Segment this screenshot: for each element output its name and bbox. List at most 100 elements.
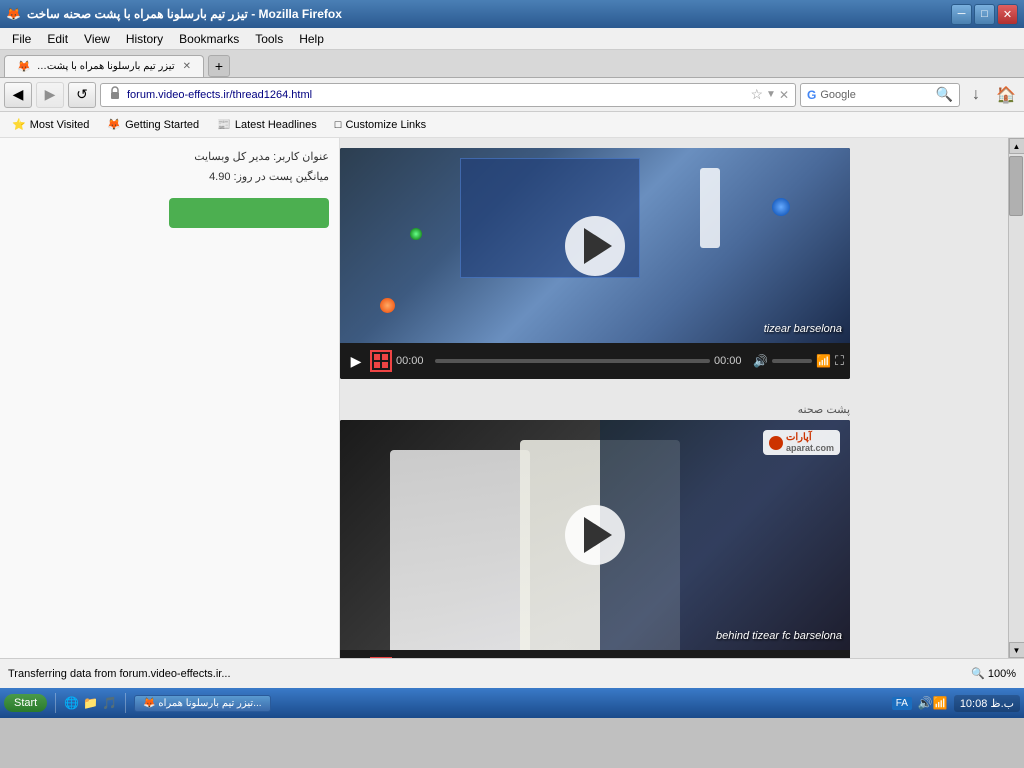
taskbar-window-title: تیزر تیم بارسلونا همراه... — [158, 698, 261, 709]
titlebar-buttons: ─ □ ✕ — [951, 4, 1018, 25]
person-left — [390, 450, 530, 650]
status-text: Transferring data from forum.video-effec… — [8, 668, 231, 680]
user-role-value: مدیر کل وبسایت — [194, 151, 270, 163]
video-controls-1: ▶ 00:00 00:00 🔊 📶 ⛶ — [340, 343, 850, 379]
bookmark-customize-links[interactable]: □ Customize Links — [329, 117, 432, 133]
bookmark-latest-headlines[interactable]: 📰 Latest Headlines — [211, 116, 323, 133]
reload-button[interactable]: ↺ — [68, 82, 96, 108]
ql-folder-icon[interactable]: 📁 — [83, 696, 98, 710]
search-placeholder: Google — [820, 89, 931, 101]
back-button[interactable]: ◀ — [4, 82, 32, 108]
titlebar: 🦊 تیزر تیم بارسلونا همراه با پشت صحنه سا… — [0, 0, 1024, 28]
home-button[interactable]: 🏠 — [992, 82, 1020, 108]
address-bar[interactable]: forum.video-effects.ir/thread1264.html ☆… — [100, 83, 796, 107]
bookmark-most-visited[interactable]: ⭐ Most Visited — [6, 116, 95, 133]
video-thumbnail-2: آپارات aparat.com behind tizear fc barse… — [340, 420, 850, 650]
menubar: File Edit View History Bookmarks Tools H… — [0, 28, 1024, 50]
ql-media-icon[interactable]: 🎵 — [102, 696, 117, 710]
most-visited-icon: ⭐ — [12, 118, 26, 131]
play-arrow-icon — [584, 228, 612, 264]
search-engine-icon: G — [807, 88, 816, 102]
maximize-button[interactable]: □ — [974, 4, 995, 25]
address-dropdown-icon[interactable]: ▼ — [766, 89, 776, 100]
search-box[interactable]: G Google 🔍 — [800, 83, 960, 107]
lang-indicator: FA — [892, 697, 912, 710]
menu-file[interactable]: File — [4, 30, 39, 48]
security-icon — [107, 85, 123, 104]
volume-bar-1[interactable] — [772, 359, 812, 363]
video-watermark-1: tizear barselona — [764, 323, 842, 335]
forward-button[interactable]: ▶ — [36, 82, 64, 108]
search-icon[interactable]: 🔍 — [936, 86, 953, 103]
navbar: ◀ ▶ ↺ forum.video-effects.ir/thread1264.… — [0, 78, 1024, 112]
menu-bookmarks[interactable]: Bookmarks — [171, 30, 247, 48]
aparat-text: آپارات aparat.com — [786, 432, 834, 453]
posts-label: میانگین پست در روز: — [234, 171, 329, 183]
minimize-button[interactable]: ─ — [951, 4, 972, 25]
play-ctrl-button-1[interactable]: ▶ — [346, 353, 366, 370]
sphere-blue — [772, 198, 790, 216]
play-button-2[interactable] — [565, 505, 625, 565]
taskbar-left: Start 🌐 📁 🎵 🦊 تیزر تیم بارسلونا همراه... — [4, 693, 271, 713]
grid-icon-2[interactable] — [370, 657, 392, 658]
play-button-1[interactable] — [565, 216, 625, 276]
menu-view[interactable]: View — [76, 30, 118, 48]
customize-links-label: Customize Links — [345, 119, 426, 131]
browser-tab[interactable]: 🦊 تیزر تیم بارسلونا همراه با پشت صحنه سا… — [4, 55, 204, 77]
aparat-name: آپارات — [786, 432, 834, 443]
latest-headlines-icon: 📰 — [217, 118, 231, 131]
grid-cell — [382, 362, 388, 368]
video-controls-2: ▶ 00:00 00:00 🔊 📶 ⛶ — [340, 650, 850, 658]
menu-help[interactable]: Help — [291, 30, 332, 48]
aparat-icon — [769, 436, 783, 450]
url-text: forum.video-effects.ir/thread1264.html — [127, 89, 750, 101]
aparat-url: aparat.com — [786, 443, 834, 453]
close-button[interactable]: ✕ — [997, 4, 1018, 25]
sidebar: عنوان کاربر: مدیر کل وبسایت میانگین پست … — [0, 138, 340, 658]
video-thumbnail-1: tizear barselona — [340, 148, 850, 343]
play-arrow-icon-2 — [584, 517, 612, 553]
download-button[interactable]: ↓ — [964, 82, 988, 108]
aparat-logo: آپارات aparat.com — [763, 430, 840, 455]
statusbar: Transferring data from forum.video-effec… — [0, 658, 1024, 688]
zoom-level: 🔍 100% — [971, 667, 1016, 680]
taskbar: Start 🌐 📁 🎵 🦊 تیزر تیم بارسلونا همراه...… — [0, 688, 1024, 718]
titlebar-title: تیزر تیم بارسلونا همراه با پشت صحنه ساخت… — [27, 7, 342, 21]
titlebar-left: 🦊 تیزر تیم بارسلونا همراه با پشت صحنه سا… — [6, 7, 342, 21]
ql-ie-icon[interactable]: 🌐 — [64, 696, 79, 710]
figure-white — [700, 168, 720, 248]
scrollbar-thumb[interactable] — [1009, 156, 1023, 216]
latest-headlines-label: Latest Headlines — [235, 119, 317, 131]
post-label: پشت صحنه — [340, 399, 850, 420]
video-container-1: tizear barselona ▶ 00:00 00:00 — [340, 148, 850, 379]
menu-tools[interactable]: Tools — [247, 30, 291, 48]
grid-icon-1[interactable] — [370, 350, 392, 372]
system-tray-icons: 🔊📶 — [918, 696, 948, 710]
signal-icon-1: 📶 — [816, 354, 831, 368]
action-button[interactable] — [169, 198, 329, 228]
bookmarks-bar: ⭐ Most Visited 🦊 Getting Started 📰 Lates… — [0, 112, 1024, 138]
bookmark-star-icon[interactable]: ☆ — [750, 86, 763, 103]
scrollbar-up-button[interactable]: ▲ — [1009, 138, 1024, 154]
grid-cell — [382, 354, 388, 360]
tab-close-button[interactable]: ✕ — [183, 61, 191, 72]
bookmark-getting-started[interactable]: 🦊 Getting Started — [101, 116, 205, 133]
scrollbar-down-button[interactable]: ▼ — [1009, 642, 1024, 658]
taskbar-window[interactable]: 🦊 تیزر تیم بارسلونا همراه... — [134, 695, 270, 712]
scrollbar-track: ▲ ▼ — [1008, 138, 1024, 658]
sphere-green — [410, 228, 422, 240]
getting-started-icon: 🦊 — [107, 118, 121, 131]
video-container-2: آپارات aparat.com behind tizear fc barse… — [340, 420, 850, 658]
grid-cell — [374, 362, 380, 368]
start-button[interactable]: Start — [4, 694, 47, 712]
close-address-icon[interactable]: ✕ — [779, 88, 789, 102]
progress-bar-1[interactable] — [435, 359, 710, 363]
new-tab-button[interactable]: + — [208, 55, 230, 77]
menu-edit[interactable]: Edit — [39, 30, 76, 48]
fullscreen-button-1[interactable]: ⛶ — [835, 353, 844, 369]
volume-icon-1[interactable]: 🔊 — [753, 354, 768, 368]
menu-history[interactable]: History — [118, 30, 171, 48]
zoom-value: 100% — [988, 668, 1016, 680]
grid-cell — [374, 354, 380, 360]
video-block-2: آپارات aparat.com behind tizear fc barse… — [340, 420, 850, 658]
